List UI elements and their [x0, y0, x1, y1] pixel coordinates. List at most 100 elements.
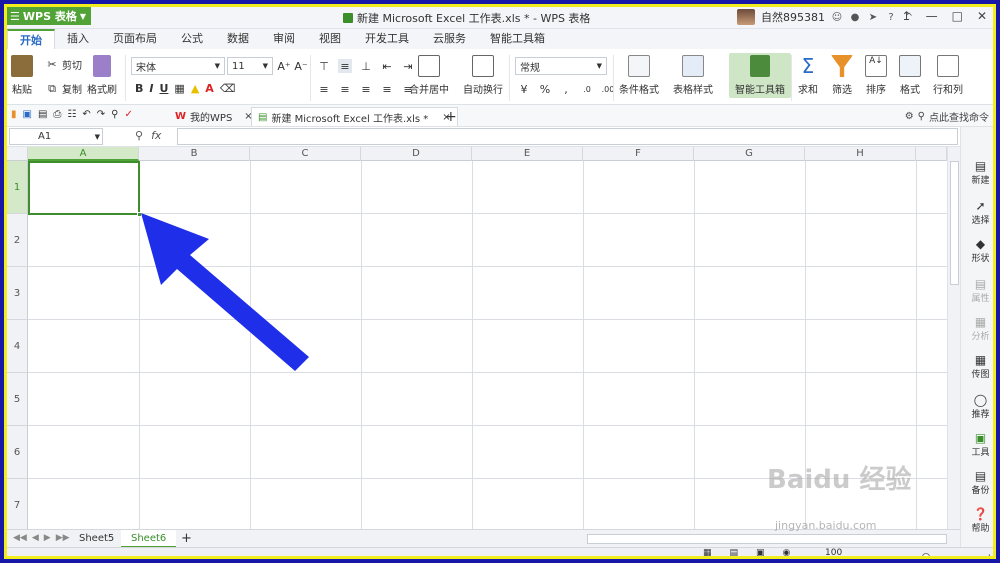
app-menu-button[interactable]: ☰ WPS 表格 ▼	[7, 7, 91, 25]
zoom-icon[interactable]: ⚲	[135, 129, 143, 142]
underline-icon[interactable]: U	[159, 82, 168, 95]
formula-input[interactable]	[177, 128, 958, 145]
sort-button[interactable]: A↓ 排序	[865, 55, 887, 96]
tab-smart-toolbox[interactable]: 智能工具箱	[478, 29, 557, 49]
zoom-out-icon[interactable]: —	[859, 553, 868, 556]
tab-insert[interactable]: 插入	[55, 29, 101, 49]
undo-icon[interactable]: ↶	[82, 109, 90, 120]
currency-icon[interactable]: ¥	[517, 82, 531, 96]
command-search[interactable]: ⚙ ⚲ 点此查找命令	[905, 109, 989, 124]
page-layout-view-icon[interactable]: ▤	[730, 548, 739, 556]
pane-backup[interactable]: ▤ 备份	[961, 469, 993, 496]
pane-properties[interactable]: ▤ 属性	[961, 277, 993, 304]
pane-send-image[interactable]: ▦ 传图	[961, 353, 993, 380]
customize-icon[interactable]: ✓	[125, 109, 133, 120]
sum-button[interactable]: Σ 求和	[797, 55, 819, 96]
export-pdf-icon[interactable]: ▤	[38, 109, 47, 120]
add-sheet-button[interactable]: +	[171, 530, 202, 548]
pane-tools[interactable]: ▣ 工具	[961, 431, 993, 458]
align-left-icon[interactable]: ≡	[317, 82, 331, 96]
format-painter-button[interactable]: 格式刷	[87, 55, 117, 96]
filter-button[interactable]: 筛选	[831, 55, 853, 96]
tab-page-layout[interactable]: 页面布局	[101, 29, 169, 49]
prev-sheet-icon[interactable]: ◀	[32, 533, 39, 543]
print-icon[interactable]: ⎙	[53, 109, 61, 120]
pane-analysis[interactable]: ▦ 分析	[961, 315, 993, 342]
increase-decimal-icon[interactable]: .0	[580, 82, 594, 96]
align-center-icon[interactable]: ≡	[338, 82, 352, 96]
avatar[interactable]	[737, 9, 755, 25]
copy-button[interactable]: ⧉ 复制	[45, 81, 82, 97]
pin-icon[interactable]: ↥	[902, 9, 912, 23]
font-size-select[interactable]: 11 ▼	[227, 57, 273, 75]
print-preview-icon[interactable]: ☷	[67, 109, 76, 120]
border-icon[interactable]: ▦	[174, 82, 184, 95]
feedback-icon[interactable]: ●	[849, 11, 861, 23]
name-box[interactable]: A1 ▼	[9, 128, 103, 145]
smart-toolbox-button[interactable]: 智能工具箱	[729, 53, 791, 98]
merge-center-button[interactable]: 合并居中	[409, 55, 449, 96]
clear-format-icon[interactable]: ⌫	[220, 82, 236, 95]
last-sheet-icon[interactable]: ▶▶	[56, 533, 70, 543]
pane-recommend[interactable]: ◯ 推荐	[961, 393, 993, 420]
vertical-scrollbar[interactable]	[947, 147, 960, 529]
pane-new[interactable]: ▤ 新建	[961, 159, 993, 186]
user-name[interactable]: 自然895381	[761, 9, 825, 25]
new-tab-button[interactable]: +	[439, 107, 463, 126]
help-icon[interactable]: ?	[885, 11, 897, 23]
first-sheet-icon[interactable]: ◀◀	[13, 533, 27, 543]
number-format-select[interactable]: 常规 ▼	[515, 57, 607, 75]
vertical-scroll-thumb[interactable]	[950, 161, 959, 285]
tab-formulas[interactable]: 公式	[169, 29, 215, 49]
tab-home[interactable]: 开始	[7, 29, 55, 49]
align-middle-icon[interactable]: ≡	[338, 59, 352, 73]
fx-icon[interactable]: fx	[151, 129, 161, 142]
pane-select[interactable]: ➚ 选择	[961, 199, 993, 226]
wrap-text-button[interactable]: 自动换行	[463, 55, 503, 96]
align-bottom-icon[interactable]: ⊥	[359, 59, 373, 73]
bold-icon[interactable]: B	[135, 82, 143, 95]
paste-button[interactable]: 粘贴	[11, 55, 33, 96]
page-break-view-icon[interactable]: ▣	[756, 548, 765, 556]
conditional-format-button[interactable]: 条件格式	[619, 55, 659, 96]
pane-help[interactable]: ❓ 帮助	[961, 507, 993, 534]
rows-cols-button[interactable]: 行和列	[933, 55, 963, 96]
maximize-button[interactable]: □	[952, 9, 963, 23]
zoom-slider[interactable]	[921, 553, 930, 556]
fill-color-icon[interactable]: ▲	[191, 82, 199, 95]
table-style-button[interactable]: 表格样式	[673, 55, 713, 96]
close-button[interactable]: ✕	[977, 9, 987, 23]
horizontal-scrollbar[interactable]	[587, 534, 947, 544]
tab-cloud[interactable]: 云服务	[421, 29, 478, 49]
open-icon[interactable]: ▮	[11, 109, 17, 120]
normal-view-icon[interactable]: ▦	[703, 548, 712, 556]
zoom-in-icon[interactable]: +	[985, 553, 993, 556]
align-right-icon[interactable]: ≡	[359, 82, 373, 96]
indent-decrease-icon[interactable]: ⇤	[380, 59, 394, 73]
share-icon[interactable]: ➤	[867, 11, 879, 23]
tab-review[interactable]: 审阅	[261, 29, 307, 49]
tab-my-wps[interactable]: W 我的WPS ×	[169, 107, 259, 126]
justify-icon[interactable]: ≡	[380, 82, 394, 96]
increase-font-icon[interactable]: A⁺	[277, 59, 291, 73]
tab-developer[interactable]: 开发工具	[353, 29, 421, 49]
redo-icon[interactable]: ↷	[97, 109, 105, 120]
decrease-font-icon[interactable]: A⁻	[294, 59, 308, 73]
tab-view[interactable]: 视图	[307, 29, 353, 49]
pane-shapes[interactable]: ◆ 形状	[961, 237, 993, 264]
align-top-icon[interactable]: ⊤	[317, 59, 331, 73]
minimize-button[interactable]: —	[926, 9, 938, 23]
font-name-select[interactable]: 宋体 ▼	[131, 57, 225, 75]
save-icon[interactable]: ▣	[23, 109, 32, 120]
reading-mode-icon[interactable]: ◉	[783, 548, 791, 556]
tab-current-file[interactable]: ▤ 新建 Microsoft Excel 工作表.xls * ×	[251, 107, 458, 126]
cut-button[interactable]: ✂ 剪切	[45, 57, 82, 72]
tab-data[interactable]: 数据	[215, 29, 261, 49]
zoom-level[interactable]: 100 %	[825, 548, 853, 556]
skin-icon[interactable]: ☺	[831, 11, 843, 23]
font-color-icon[interactable]: A	[205, 82, 214, 95]
italic-icon[interactable]: I	[149, 82, 153, 95]
thousands-icon[interactable]: ,	[559, 82, 573, 96]
format-button[interactable]: 格式	[899, 55, 921, 96]
settings-icon[interactable]: ⚙	[905, 111, 914, 122]
